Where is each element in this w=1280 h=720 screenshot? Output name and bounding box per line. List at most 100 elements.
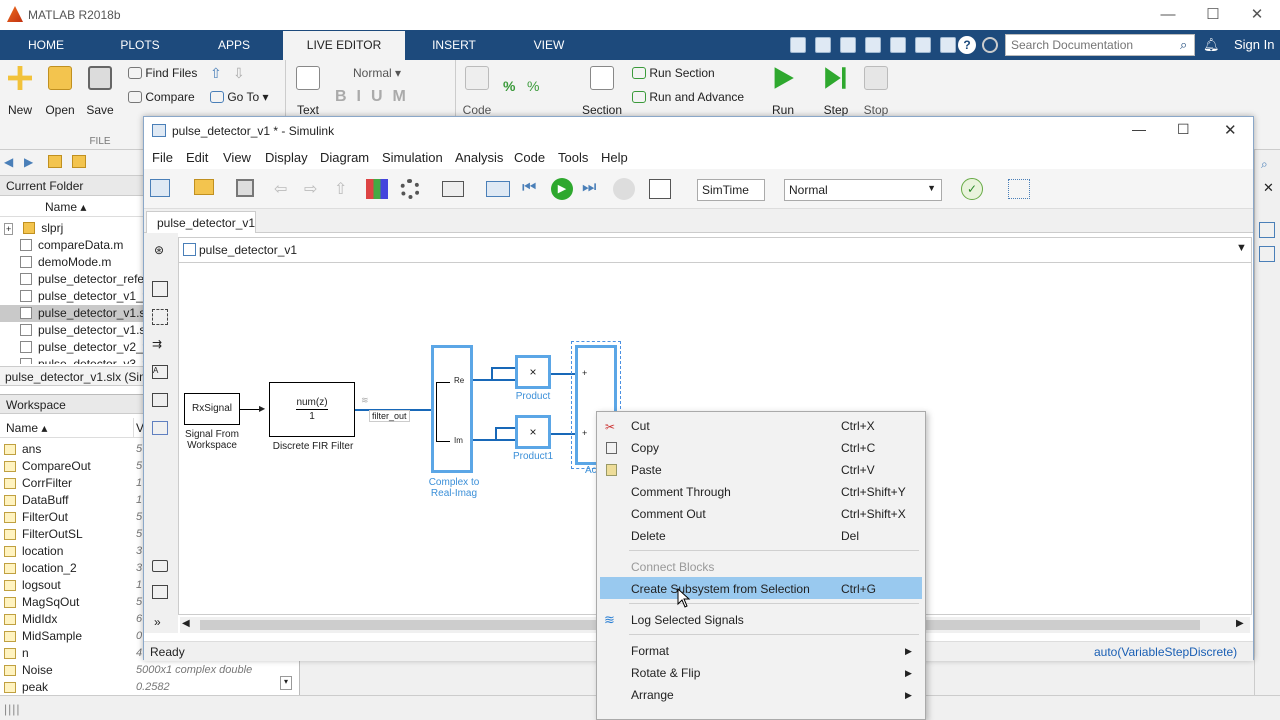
- back-icon[interactable]: ⇦: [274, 179, 287, 199]
- menu-tools[interactable]: Tools: [558, 150, 588, 165]
- copy-icon[interactable]: [840, 37, 856, 53]
- menu-item-comment-through[interactable]: Comment Through: [631, 485, 731, 499]
- chevron-down-icon[interactable]: ▼: [1236, 242, 1247, 254]
- panel-icon[interactable]: [1259, 222, 1275, 238]
- table-row[interactable]: Noise 5000x1 complex double: [0, 662, 290, 679]
- arrow-down-icon[interactable]: ⇩: [233, 65, 245, 82]
- menu-item-arrange[interactable]: Arrange: [631, 688, 674, 702]
- scroll-left-icon[interactable]: ◀: [182, 618, 190, 629]
- scope-icon[interactable]: [649, 179, 671, 199]
- solver-link[interactable]: auto(VariableStepDiscrete): [1094, 645, 1237, 659]
- section-button[interactable]: Section: [582, 66, 622, 117]
- list-item[interactable]: compareData.m: [0, 237, 143, 254]
- save-button[interactable]: Save: [80, 66, 120, 117]
- menu-help[interactable]: Help: [601, 150, 628, 165]
- save-icon[interactable]: [790, 37, 806, 53]
- model-explorer-icon[interactable]: [442, 181, 464, 197]
- menu-code[interactable]: Code: [514, 150, 545, 165]
- redo-icon[interactable]: [915, 37, 931, 53]
- grid-icon[interactable]: [1008, 179, 1030, 199]
- find-files-button[interactable]: Find Files: [128, 66, 197, 80]
- menu-view[interactable]: View: [223, 150, 251, 165]
- menu-display[interactable]: Display: [265, 150, 308, 165]
- tab-insert[interactable]: INSERT: [414, 31, 494, 60]
- tab-live-editor[interactable]: LIVE EDITOR: [283, 31, 405, 60]
- close-icon[interactable]: ✕: [1224, 121, 1237, 139]
- percent-icon[interactable]: %: [503, 78, 515, 94]
- menu-item-cut[interactable]: Cut: [631, 419, 650, 433]
- minimize-icon[interactable]: —: [1132, 121, 1146, 137]
- tab-home[interactable]: HOME: [10, 31, 82, 60]
- signal-line-selected[interactable]: [491, 367, 493, 381]
- table-row[interactable]: peak 0.2582: [0, 679, 290, 696]
- go-to-button[interactable]: Go To ▾: [210, 90, 269, 104]
- sign-in-link[interactable]: Sign In: [1234, 37, 1274, 52]
- signal-line-selected[interactable]: [491, 367, 515, 369]
- step-back-icon[interactable]: ⏮: [522, 179, 536, 197]
- menu-item-rotate-flip[interactable]: Rotate & Flip: [631, 666, 700, 680]
- up-icon[interactable]: ⇧: [334, 179, 347, 199]
- close-icon[interactable]: ✕: [1234, 0, 1280, 30]
- tab-plots[interactable]: PLOTS: [100, 31, 180, 60]
- menu-item-paste[interactable]: Paste: [631, 463, 662, 477]
- menu-edit[interactable]: Edit: [186, 150, 208, 165]
- list-item[interactable]: pulse_detector_v3_t: [0, 356, 143, 364]
- compare-button[interactable]: Compare: [128, 90, 195, 104]
- menu-diagram[interactable]: Diagram: [320, 150, 369, 165]
- menu-item-log-selected-signals[interactable]: Log Selected Signals: [631, 613, 744, 627]
- list-item[interactable]: pulse_detector_v2_t: [0, 339, 143, 356]
- run-icon[interactable]: ▶: [551, 178, 573, 200]
- report-icon[interactable]: [152, 585, 168, 599]
- step-forward-icon[interactable]: ⏭: [582, 179, 596, 197]
- annotation-icon[interactable]: A: [152, 365, 168, 379]
- help-icon[interactable]: ?: [958, 36, 976, 54]
- list-item-selected[interactable]: pulse_detector_v1.s: [0, 305, 143, 322]
- menu-simulation[interactable]: Simulation: [382, 150, 443, 165]
- up-folder-icon[interactable]: [48, 155, 62, 168]
- menu-item-comment-out[interactable]: Comment Out: [631, 507, 706, 521]
- list-item[interactable]: + slprj: [0, 220, 143, 237]
- library-browser-icon[interactable]: [366, 179, 388, 199]
- sim-mode-select[interactable]: Normal ▼: [784, 179, 942, 201]
- arrow-icon[interactable]: ⇉: [152, 337, 162, 351]
- stop-button[interactable]: Stop: [856, 66, 896, 117]
- folder-name-column[interactable]: Name ▴: [0, 197, 143, 217]
- open-icon[interactable]: [194, 179, 214, 195]
- model-advisor-icon[interactable]: ✓: [961, 178, 983, 200]
- product1-block[interactable]: ×: [515, 415, 551, 449]
- list-item[interactable]: pulse_detector_refe: [0, 271, 143, 288]
- menu-item-create-subsystem[interactable]: Create Subsystem from Selection: [631, 582, 810, 596]
- tab-apps[interactable]: APPS: [194, 31, 274, 60]
- camera-icon[interactable]: [152, 560, 168, 572]
- model-settings-icon[interactable]: [400, 179, 420, 199]
- menu-file[interactable]: File: [152, 150, 173, 165]
- menu-analysis[interactable]: Analysis: [455, 150, 503, 165]
- expand-icon[interactable]: »: [154, 615, 161, 629]
- new-model-icon[interactable]: [150, 179, 170, 197]
- undo-icon[interactable]: [890, 37, 906, 53]
- run-advance-button[interactable]: Run and Advance: [632, 90, 744, 104]
- save-icon[interactable]: [236, 179, 254, 197]
- paste-icon[interactable]: [865, 37, 881, 53]
- panel-icon[interactable]: [1259, 246, 1275, 262]
- scroll-right-icon[interactable]: ▶: [1236, 618, 1244, 629]
- signal-line-selected[interactable]: [473, 379, 515, 381]
- switch-windows-icon[interactable]: [940, 37, 956, 53]
- forward-icon[interactable]: ⇨: [304, 179, 317, 199]
- sim-time-input[interactable]: SimTime: [697, 179, 765, 201]
- stop-icon[interactable]: [613, 178, 635, 200]
- run-button[interactable]: Run: [763, 66, 803, 117]
- format-icons[interactable]: BIUM: [335, 88, 416, 106]
- close-icon[interactable]: ✕: [1263, 180, 1274, 196]
- signal-name-label[interactable]: filter_out: [369, 410, 410, 422]
- workspace-name-column[interactable]: Name ▴: [6, 421, 47, 435]
- search-icon[interactable]: ⌕: [1261, 157, 1268, 172]
- image-icon[interactable]: [152, 393, 168, 407]
- fit-to-view-icon[interactable]: [152, 309, 168, 325]
- zoom-icon[interactable]: [152, 281, 168, 297]
- hide-browser-icon[interactable]: ⊛: [154, 243, 164, 257]
- browse-folder-icon[interactable]: [72, 155, 86, 168]
- style-dropdown[interactable]: Normal ▾: [335, 66, 401, 80]
- menu-item-copy[interactable]: Copy: [631, 441, 659, 455]
- search-icon[interactable]: ⌕: [1180, 37, 1187, 53]
